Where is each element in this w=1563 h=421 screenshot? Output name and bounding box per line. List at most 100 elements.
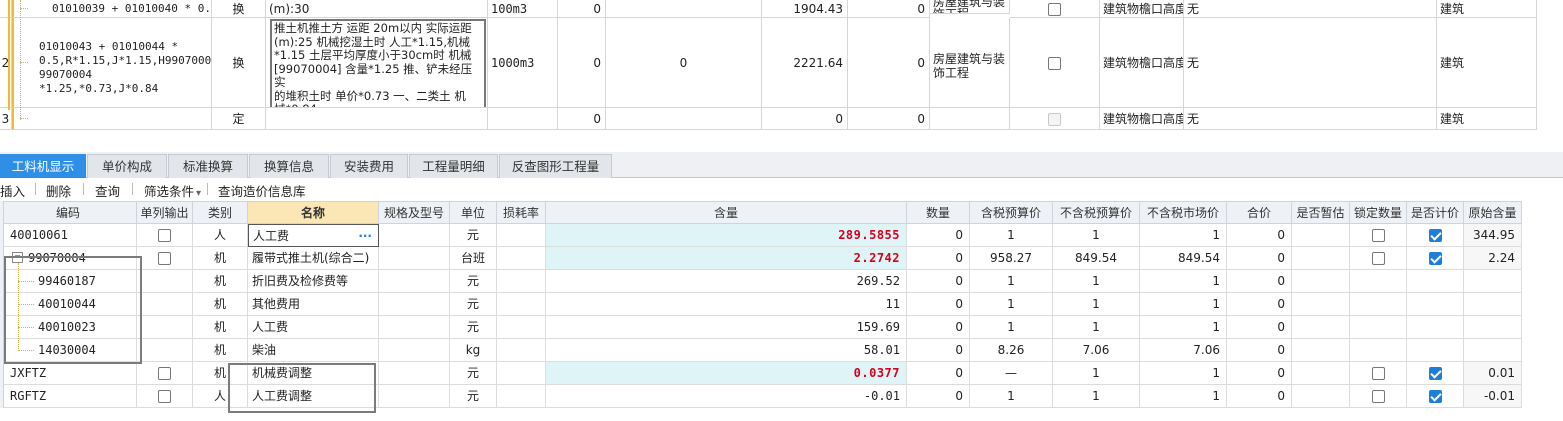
row-number: 2 (0, 18, 12, 108)
cell-priced[interactable] (1407, 339, 1464, 362)
header-provisional[interactable]: 是否暂估 (1292, 201, 1350, 224)
cell-output[interactable] (137, 247, 193, 270)
cell-output[interactable] (137, 316, 193, 339)
cell-lock[interactable] (1350, 224, 1407, 247)
cell-name[interactable]: 人工费调整 (248, 385, 379, 408)
cell-spec[interactable] (379, 316, 450, 339)
cell-output[interactable] (137, 270, 193, 293)
insert-button[interactable]: 插入 (0, 181, 25, 200)
cell-spec[interactable] (379, 385, 450, 408)
quota-type-text: 换 (232, 2, 245, 16)
cell-spec[interactable] (379, 362, 450, 385)
header-notax-market-price[interactable]: 不含税市场价 (1140, 201, 1227, 224)
cell-content[interactable]: 269.52 (546, 270, 907, 293)
tab-3[interactable]: 换算信息 (249, 154, 329, 178)
cell-priced[interactable] (1407, 270, 1464, 293)
price-db-button[interactable]: 查询造价信息库 (218, 181, 306, 200)
header-tax-budget-price[interactable]: 含税预算价 (970, 201, 1053, 224)
header-spec[interactable]: 规格及型号 (379, 201, 450, 224)
priced-checkbox[interactable] (1428, 229, 1442, 242)
cell-name[interactable]: 柴油 (248, 339, 379, 362)
header-loss-rate[interactable]: 损耗率 (497, 201, 546, 224)
tab-1[interactable]: 单价构成 (87, 154, 167, 178)
header-lock-qty[interactable]: 锁定数量 (1350, 201, 1407, 224)
cell-priced[interactable] (1407, 316, 1464, 339)
delete-button[interactable]: 删除 (46, 181, 71, 200)
header-priced[interactable]: 是否计价 (1407, 201, 1464, 224)
filter-dropdown[interactable]: 筛选条件 ▾ (144, 181, 201, 200)
priced-checkbox[interactable] (1428, 252, 1442, 265)
header-code[interactable]: 编码 (0, 201, 137, 224)
quota-checkbox[interactable] (1048, 3, 1061, 16)
tab-2[interactable]: 标准换算 (168, 154, 248, 178)
output-checkbox[interactable] (158, 367, 171, 380)
cell-name[interactable]: 履带式推土机(综合二) (248, 247, 379, 270)
cell-lock[interactable] (1350, 316, 1407, 339)
code-line: 01010043 + 01010044 * (39, 40, 179, 53)
header-quantity[interactable]: 数量 (907, 201, 970, 224)
priced-checkbox[interactable] (1428, 367, 1442, 380)
tab-0[interactable]: 工料机显示 (0, 154, 86, 178)
lock-checkbox[interactable] (1371, 229, 1385, 242)
cell-spec[interactable] (379, 247, 450, 270)
cell-spec[interactable] (379, 293, 450, 316)
lock-checkbox[interactable] (1371, 252, 1385, 265)
priced-checkbox[interactable] (1428, 390, 1442, 403)
cell-lock[interactable] (1350, 270, 1407, 293)
cell-content[interactable]: 159.69 (546, 316, 907, 339)
cell-name[interactable]: 人工费 (248, 316, 379, 339)
cell-output[interactable] (137, 224, 193, 247)
cell-output[interactable] (137, 339, 193, 362)
cell-content[interactable]: 289.5855 (546, 224, 907, 247)
cell-lock[interactable] (1350, 247, 1407, 270)
cell-name[interactable]: 折旧费及检修费等 (248, 270, 379, 293)
cell-spec[interactable] (379, 270, 450, 293)
cell-priced[interactable] (1407, 385, 1464, 408)
output-checkbox[interactable] (158, 252, 171, 265)
cell-priced[interactable] (1407, 247, 1464, 270)
tab-6[interactable]: 反查图形工程量 (499, 154, 612, 178)
tab-5[interactable]: 工程量明细 (409, 154, 498, 178)
cell-output[interactable] (137, 385, 193, 408)
header-notax-budget-price[interactable]: 不含税预算价 (1053, 201, 1140, 224)
header-original-content[interactable]: 原始含量 (1464, 201, 1522, 224)
lock-checkbox[interactable] (1371, 367, 1385, 380)
cell-content[interactable]: 2.2742 (546, 247, 907, 270)
cell-output[interactable] (137, 293, 193, 316)
value-orig: 344.95 (1473, 228, 1515, 242)
header-category[interactable]: 类别 (193, 201, 248, 224)
collapse-toggle-icon[interactable]: − (12, 252, 23, 263)
header-unit[interactable]: 单位 (450, 201, 497, 224)
query-button[interactable]: 查询 (95, 181, 120, 200)
cell-content[interactable]: -0.01 (546, 385, 907, 408)
quota-checkbox[interactable] (1048, 57, 1061, 70)
output-checkbox[interactable] (158, 229, 171, 242)
cell-lock[interactable] (1350, 293, 1407, 316)
tab-4[interactable]: 安装费用 (330, 154, 408, 178)
cell-name[interactable]: 人工费 ··· (248, 224, 379, 247)
cell-lock[interactable] (1350, 385, 1407, 408)
header-total[interactable]: 合价 (1227, 201, 1292, 224)
header-single-output[interactable]: 单列输出 (137, 201, 193, 224)
more-options-icon[interactable]: ··· (358, 225, 372, 246)
quota-tail: 建筑 (1437, 108, 1537, 130)
cell-priced[interactable] (1407, 362, 1464, 385)
cell-name[interactable]: 机械费调整 (248, 362, 379, 385)
cell-spec[interactable] (379, 339, 450, 362)
cell-content[interactable]: 58.01 (546, 339, 907, 362)
cell-output[interactable] (137, 362, 193, 385)
cell-lock[interactable] (1350, 339, 1407, 362)
header-content[interactable]: 含量 (546, 201, 907, 224)
cell-lock[interactable] (1350, 362, 1407, 385)
value-total: 0 (1277, 389, 1285, 403)
cell-content[interactable]: 11 (546, 293, 907, 316)
header-name[interactable]: 名称 (248, 201, 379, 224)
cell-priced[interactable] (1407, 224, 1464, 247)
output-checkbox[interactable] (158, 390, 171, 403)
cell-name[interactable]: 其他费用 (248, 293, 379, 316)
cell-content[interactable]: 0.0377 (546, 362, 907, 385)
cell-priced[interactable] (1407, 293, 1464, 316)
lock-checkbox[interactable] (1371, 390, 1385, 403)
cell-spec[interactable] (379, 224, 450, 247)
row-number-text: 3 (1, 112, 10, 126)
